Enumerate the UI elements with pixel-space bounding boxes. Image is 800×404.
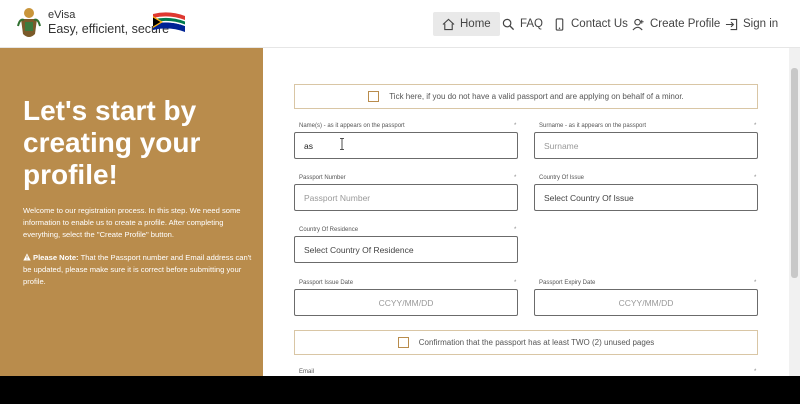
scrollbar-thumb[interactable]	[791, 68, 798, 278]
passport-number-input[interactable]: Passport Number	[294, 184, 518, 211]
page-scrollbar[interactable]	[789, 48, 800, 376]
email-required-mark: *	[754, 369, 757, 375]
country-of-residence-label: Country Of Residence	[299, 227, 359, 233]
passport-expiry-date-label: Passport Expiry Date	[539, 280, 596, 286]
names-label: Name(s) - as it appears on the passport	[299, 123, 405, 129]
email-label: Email	[299, 369, 315, 375]
names-input[interactable]: as	[294, 132, 518, 159]
phone-icon	[555, 17, 564, 31]
passport-number-required-mark: *	[514, 175, 517, 181]
brand-title: eVisa	[48, 9, 76, 21]
passport-issue-date-required-mark: *	[514, 280, 517, 286]
text-cursor-icon	[340, 138, 344, 150]
note-text: Please Note: That the Passport number an…	[23, 252, 259, 288]
coat-of-arms-icon	[17, 8, 41, 37]
browser-viewport: eVisa Easy, efficient, secure Home FAQ C…	[0, 0, 800, 376]
nav-home-label: Home	[460, 18, 491, 30]
nav-home[interactable]: Home	[433, 12, 500, 36]
passport-issue-date-label: Passport Issue Date	[299, 280, 354, 286]
unused-pages-label: Confirmation that the passport has at le…	[418, 338, 655, 347]
nav-faq-label: FAQ	[520, 18, 544, 30]
passport-number-label: Passport Number	[299, 175, 346, 181]
country-of-issue-required-mark: *	[754, 175, 757, 181]
south-africa-flag-icon	[153, 12, 185, 32]
nav-sign-in-label: Sign in	[743, 18, 779, 30]
country-of-issue-select[interactable]: Select Country Of Issue	[534, 184, 758, 211]
surname-label: Surname - as it appears on the passport	[539, 123, 647, 129]
user-add-icon	[632, 18, 644, 30]
top-navigation: eVisa Easy, efficient, secure Home FAQ C…	[0, 0, 800, 48]
passport-issue-date-input[interactable]: CCYY/MM/DD	[294, 289, 518, 316]
unused-pages-checkbox-row[interactable]: Confirmation that the passport has at le…	[294, 330, 758, 355]
home-icon	[442, 18, 455, 30]
country-of-issue-label: Country Of Issue	[539, 175, 585, 181]
country-of-residence-select[interactable]: Select Country Of Residence	[294, 236, 518, 263]
nav-create-profile-label: Create Profile	[650, 18, 721, 30]
country-of-residence-required-mark: *	[514, 227, 517, 233]
passport-expiry-date-required-mark: *	[754, 280, 757, 286]
surname-input[interactable]: Surname	[534, 132, 758, 159]
intro-panel: Let's start by creating your profile! We…	[0, 48, 263, 376]
letterbox-bar	[0, 376, 800, 404]
minor-applicant-checkbox-row[interactable]: Tick here, if you do not have a valid pa…	[294, 84, 758, 109]
minor-applicant-label: Tick here, if you do not have a valid pa…	[389, 92, 684, 101]
names-required-mark: *	[514, 123, 517, 129]
unused-pages-checkbox[interactable]	[397, 337, 409, 348]
nav-create-profile[interactable]: Create Profile	[623, 12, 729, 36]
passport-expiry-date-input[interactable]: CCYY/MM/DD	[534, 289, 758, 316]
note-label: Please Note:	[33, 253, 79, 262]
sign-in-icon	[725, 18, 738, 30]
search-icon	[502, 18, 515, 30]
page-heading: Let's start by creating your profile!	[23, 95, 201, 190]
nav-sign-in[interactable]: Sign in	[716, 12, 787, 36]
surname-required-mark: *	[754, 123, 757, 129]
nav-contact-label: Contact Us	[571, 18, 628, 30]
warning-icon	[23, 253, 31, 261]
welcome-text: Welcome to our registration process. In …	[23, 206, 241, 239]
minor-applicant-checkbox[interactable]	[368, 91, 380, 102]
